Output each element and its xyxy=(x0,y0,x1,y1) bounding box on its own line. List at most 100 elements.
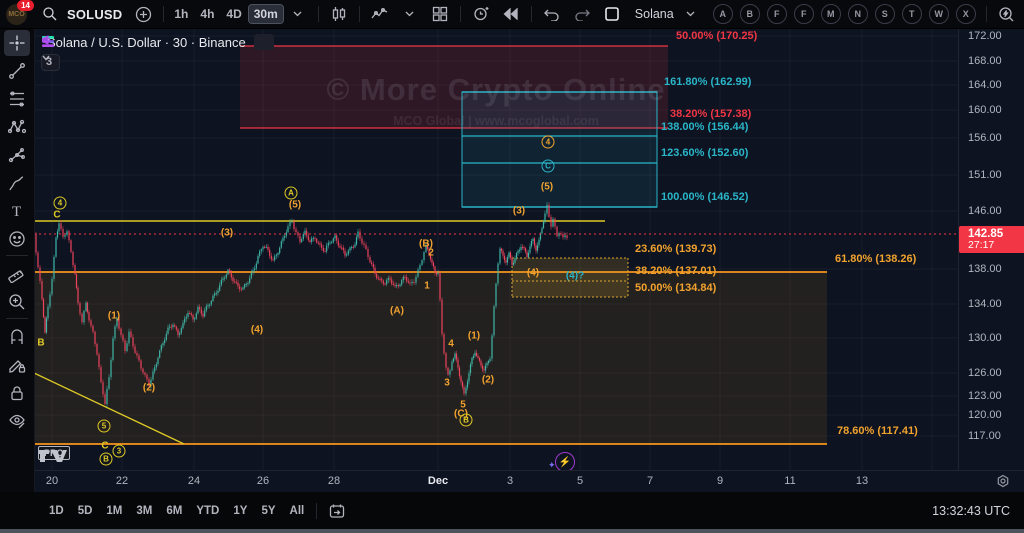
chart-tab-b-1[interactable]: B xyxy=(740,4,760,24)
time-tick: 22 xyxy=(116,475,128,487)
time-tick: 9 xyxy=(717,475,723,487)
symbol-name[interactable]: SOLUSD xyxy=(67,7,122,22)
forecast-tool-icon[interactable] xyxy=(4,142,30,168)
hide-drawings-tool-icon[interactable] xyxy=(4,408,30,434)
elliott-wave-label: B xyxy=(100,453,113,466)
interval-buttons: 1h4h4D30m xyxy=(169,5,282,23)
magnet-tool-icon[interactable] xyxy=(4,324,30,350)
chart-tab-x-9[interactable]: X xyxy=(956,4,976,24)
range-6m[interactable]: 6M xyxy=(159,502,189,520)
chart-tab-m-4[interactable]: M xyxy=(821,4,841,24)
elliott-wave-label: (2) xyxy=(482,375,494,386)
undo-icon[interactable] xyxy=(537,3,567,25)
chart-tab-n-5[interactable]: N xyxy=(848,4,868,24)
price-tick: 146.00 xyxy=(968,205,1002,217)
price-tick: 117.00 xyxy=(968,430,1001,442)
fib-retracement-tool-icon[interactable] xyxy=(4,86,30,112)
bottom-toolbar: 1D5D1M3M6MYTD1Y5YAll 13:32:43 UTC xyxy=(34,492,1024,529)
layout-grid-icon[interactable] xyxy=(425,3,455,25)
elliott-wave-label: C xyxy=(542,160,555,173)
measure-tool-icon[interactable] xyxy=(4,261,30,287)
quick-search-flash-icon[interactable] xyxy=(992,3,1022,25)
fib-level-label: 38.20% (157.38) xyxy=(670,108,751,120)
symbol-search-icon[interactable] xyxy=(35,3,65,25)
range-3m[interactable]: 3M xyxy=(129,502,159,520)
axis-settings-icon[interactable] xyxy=(996,474,1010,493)
legend-title[interactable]: Solana / U.S. Dollar · 30 · Binance xyxy=(47,35,246,50)
time-axis[interactable]: 2022242628Dec35791113 xyxy=(34,470,1024,493)
interval-chevron-down-icon[interactable] xyxy=(283,3,313,25)
date-range-buttons: 1D5D1M3M6MYTD1Y5YAll xyxy=(42,497,352,525)
svg-text:T: T xyxy=(12,204,21,220)
drawing-edit-lock-tool-icon[interactable] xyxy=(4,352,30,378)
range-5d[interactable]: 5D xyxy=(71,502,100,520)
elliott-wave-label: B xyxy=(37,338,44,349)
clock-utc[interactable]: 13:32:43 UTC xyxy=(932,504,1010,518)
chart-tab-s-6[interactable]: S xyxy=(875,4,895,24)
user-avatar[interactable]: MCO 14 xyxy=(6,4,27,25)
bar-replay-icon[interactable] xyxy=(496,3,526,25)
time-tick: 7 xyxy=(647,475,653,487)
chart-tab-t-7[interactable]: T xyxy=(902,4,922,24)
emoji-tool-icon[interactable] xyxy=(4,226,30,252)
interval-4h[interactable]: 4h xyxy=(195,5,219,23)
crosshair-tool-icon[interactable] xyxy=(4,30,30,56)
event-lightning-icon[interactable]: ⚡ xyxy=(555,452,575,470)
indicators-chevron-down-icon[interactable] xyxy=(395,3,425,25)
zoom-in-tool-icon[interactable] xyxy=(4,289,30,315)
trendline-tool-icon[interactable] xyxy=(4,58,30,84)
range-1y[interactable]: 1Y xyxy=(226,502,254,520)
brush-tool-icon[interactable] xyxy=(4,170,30,196)
fib-level-label: 23.60% (139.73) xyxy=(635,243,716,255)
drawing-toolbar: T xyxy=(0,28,35,533)
layout-chevron-down-icon[interactable] xyxy=(676,3,706,25)
chart-tab-f-3[interactable]: F xyxy=(794,4,814,24)
layout-name[interactable]: Solana xyxy=(635,7,674,21)
bar-countdown: 27:17 xyxy=(968,240,1024,251)
time-tick: Dec xyxy=(428,475,448,487)
go-to-date-calendar-icon[interactable] xyxy=(322,500,352,522)
range-5y[interactable]: 5Y xyxy=(254,502,282,520)
lock-all-drawings-tool-icon[interactable] xyxy=(4,380,30,406)
tradingview-pro-logo[interactable]: PRO xyxy=(38,446,70,460)
range-ytd[interactable]: YTD xyxy=(189,502,226,520)
create-alert-icon[interactable] xyxy=(466,3,496,25)
xabcd-pattern-tool-icon[interactable] xyxy=(4,114,30,140)
time-tick: 3 xyxy=(507,475,513,487)
fib-level-label: 78.60% (117.41) xyxy=(837,425,918,437)
range-1m[interactable]: 1M xyxy=(99,502,129,520)
chart-tab-w-8[interactable]: W xyxy=(929,4,949,24)
chart-tab-f-2[interactable]: F xyxy=(767,4,787,24)
interval-1h[interactable]: 1h xyxy=(169,5,193,23)
elliott-wave-label: (4) xyxy=(527,268,539,279)
megaphone-icon[interactable] xyxy=(254,34,274,50)
price-axis[interactable]: 142.85 27:17 172.00168.00164.00160.00156… xyxy=(958,28,1024,470)
chart-tab-a-0[interactable]: A xyxy=(713,4,733,24)
elliott-wave-label: 4 xyxy=(54,197,67,210)
interval-30m[interactable]: 30m xyxy=(249,5,283,23)
notification-badge[interactable]: 14 xyxy=(17,0,34,11)
elliott-wave-label: (1) xyxy=(108,311,120,322)
indicators-collapsed-pill[interactable]: 3 xyxy=(41,54,60,71)
range-1d[interactable]: 1D xyxy=(42,502,71,520)
chart-pane: © More Crypto Online MCO Global | www.mc… xyxy=(34,28,958,470)
price-tick: 120.00 xyxy=(968,409,1002,421)
price-tick: 134.00 xyxy=(968,298,1002,310)
toolbar-right-group: Solana ABFFMNSTWX AC 1 xyxy=(597,0,1024,28)
time-tick: 28 xyxy=(328,475,340,487)
save-layout-square-icon[interactable] xyxy=(597,3,627,25)
chart-legend[interactable]: Solana / U.S. Dollar · 30 · Binance xyxy=(41,34,274,50)
time-tick: 5 xyxy=(577,475,583,487)
fib-level-label: 123.60% (152.60) xyxy=(661,147,748,159)
chart-type-candles-icon[interactable] xyxy=(324,3,354,25)
time-tick: 13 xyxy=(856,475,868,487)
redo-icon[interactable] xyxy=(567,3,597,25)
price-tick: 151.00 xyxy=(968,169,1002,181)
compare-add-icon[interactable] xyxy=(128,3,158,25)
saved-chart-tabs: ABFFMNSTWX xyxy=(706,4,976,24)
range-all[interactable]: All xyxy=(283,502,312,520)
indicators-icon[interactable] xyxy=(365,3,395,25)
interval-4D[interactable]: 4D xyxy=(221,5,246,23)
elliott-wave-label: (5) xyxy=(541,182,553,193)
text-tool-icon[interactable]: T xyxy=(4,198,30,224)
